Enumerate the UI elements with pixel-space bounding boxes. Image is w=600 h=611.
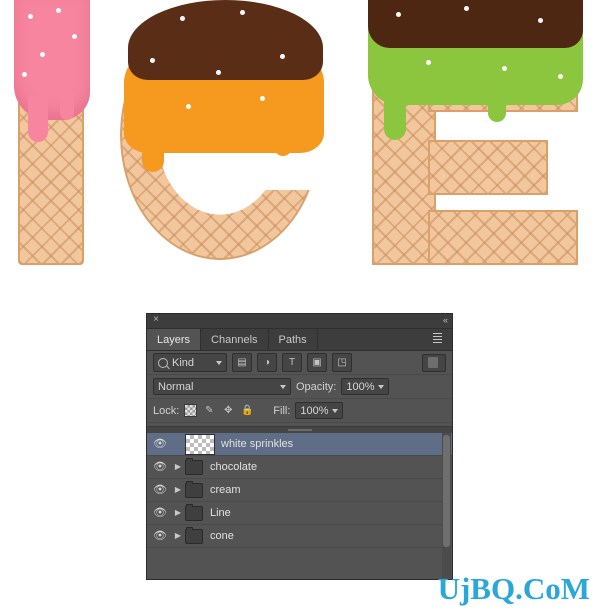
layers-panel: × « Layers Channels Paths Kind ▤ ◑ T ▣ ◳… [146,313,453,580]
letter-c-chocolate-drip [128,0,323,80]
collapse-panel-icon[interactable]: « [443,315,448,326]
layer-list: 👁 white sprinkles 👁 ▶ chocolate 👁 ▶ crea… [147,433,452,579]
layer-row-line[interactable]: 👁 ▶ Line [147,502,452,525]
sprinkle [216,70,221,75]
eye-icon[interactable]: 👁 [149,507,171,519]
sprinkle [240,10,245,15]
letter-c [120,0,340,270]
panel-menu-bars [433,333,442,345]
layer-name: chocolate [210,461,258,473]
lock-position-icon[interactable]: ✥ [221,403,235,419]
tab-layers[interactable]: Layers [147,329,202,350]
blend-mode-row: Normal Opacity: 100% [147,375,452,399]
chevron-down-icon [378,384,385,389]
opacity-label: Opacity: [296,380,337,393]
sprinkle [186,104,191,109]
disclosure-triangle-icon[interactable]: ▶ [171,532,185,540]
disclosure-triangle-icon[interactable]: ▶ [171,463,185,471]
layer-filter-row: Kind ▤ ◑ T ▣ ◳ [147,351,452,375]
fill-value: 100% [300,404,329,417]
filter-kind-label: Kind [172,356,195,369]
sprinkle [260,96,265,101]
shape-layer-filter-icon[interactable]: ▣ [307,353,327,372]
layer-row-cream[interactable]: 👁 ▶ cream [147,479,452,502]
close-icon[interactable]: × [151,315,161,325]
lock-all-icon[interactable]: 🔒 [240,403,254,419]
layer-thumbnail[interactable] [185,433,215,455]
sprinkle [150,58,155,63]
eye-icon[interactable]: 👁 [149,484,171,496]
chevron-down-icon [280,384,286,389]
sprinkle [396,12,401,17]
layer-row-white-sprinkles[interactable]: 👁 white sprinkles [147,433,452,456]
panel-titlebar: × « [147,314,452,329]
sprinkle [40,52,45,57]
eye-icon[interactable]: 👁 [149,438,171,450]
layer-row-cone[interactable]: 👁 ▶ cone [147,525,452,548]
letter-i [10,0,96,270]
lock-row: Lock: ✎ ✥ 🔒 Fill: 100% [147,399,452,423]
group-folder-icon [185,457,203,475]
disclosure-triangle-icon[interactable]: ▶ [171,509,185,517]
pixel-layer-filter-icon[interactable]: ▤ [232,353,252,372]
letter-i-pink-drip [14,0,90,142]
lock-transparent-pixels-icon[interactable] [184,404,198,417]
blend-mode-select[interactable]: Normal [153,378,291,395]
sprinkle [28,14,33,19]
chevron-down-icon [216,360,222,365]
layer-list-scrollbar[interactable] [442,433,451,578]
letter-e-waffle-mid-arm [428,140,548,195]
tab-paths[interactable]: Paths [269,329,318,350]
search-icon [158,357,168,368]
sprinkle [464,6,469,11]
ice-cream-lettering-artwork [0,0,600,300]
eye-icon[interactable]: 👁 [149,530,171,542]
adjustment-layer-filter-icon[interactable]: ◑ [257,353,277,372]
group-folder-icon [185,480,203,498]
eye-icon[interactable]: 👁 [149,461,171,473]
layer-name: cream [210,484,241,496]
panel-tab-row: Layers Channels Paths [147,329,452,351]
sprinkle [180,16,185,21]
group-folder-icon [185,503,203,521]
fill-label: Fill: [273,404,291,417]
layer-name: cone [210,530,234,542]
letter-e [368,0,590,270]
type-layer-filter-icon[interactable]: T [282,353,302,372]
letter-e-waffle-bottom-arm [428,210,578,265]
scrollbar-thumb[interactable] [443,435,450,547]
layer-row-chocolate[interactable]: 👁 ▶ chocolate [147,456,452,479]
sprinkle [538,18,543,23]
blend-mode-value: Normal [158,380,194,393]
disclosure-triangle-icon[interactable]: ▶ [171,486,185,494]
chevron-down-icon [332,408,339,413]
fill-field[interactable]: 100% [295,402,344,419]
lock-label: Lock: [153,404,180,417]
watermark: UjBQ.CoM [437,571,590,606]
group-folder-icon [185,526,203,544]
tab-channels[interactable]: Channels [201,329,269,350]
sprinkle [502,66,507,71]
filter-enable-toggle[interactable] [422,353,446,372]
sprinkle [558,74,563,79]
opacity-value: 100% [346,380,375,393]
sprinkle [56,8,61,13]
filter-kind-select[interactable]: Kind [153,353,227,372]
layer-name: white sprinkles [221,438,294,450]
sprinkle [426,60,431,65]
letter-e-chocolate-drip [368,0,583,48]
sprinkle [280,54,285,59]
panel-menu-icon[interactable] [433,333,447,346]
layer-name: Line [210,507,231,519]
sprinkle [72,34,77,39]
lock-image-pixels-icon[interactable]: ✎ [202,403,216,419]
opacity-field[interactable]: 100% [341,378,390,395]
sprinkle [22,72,27,77]
smart-object-filter-icon[interactable]: ◳ [332,353,352,372]
